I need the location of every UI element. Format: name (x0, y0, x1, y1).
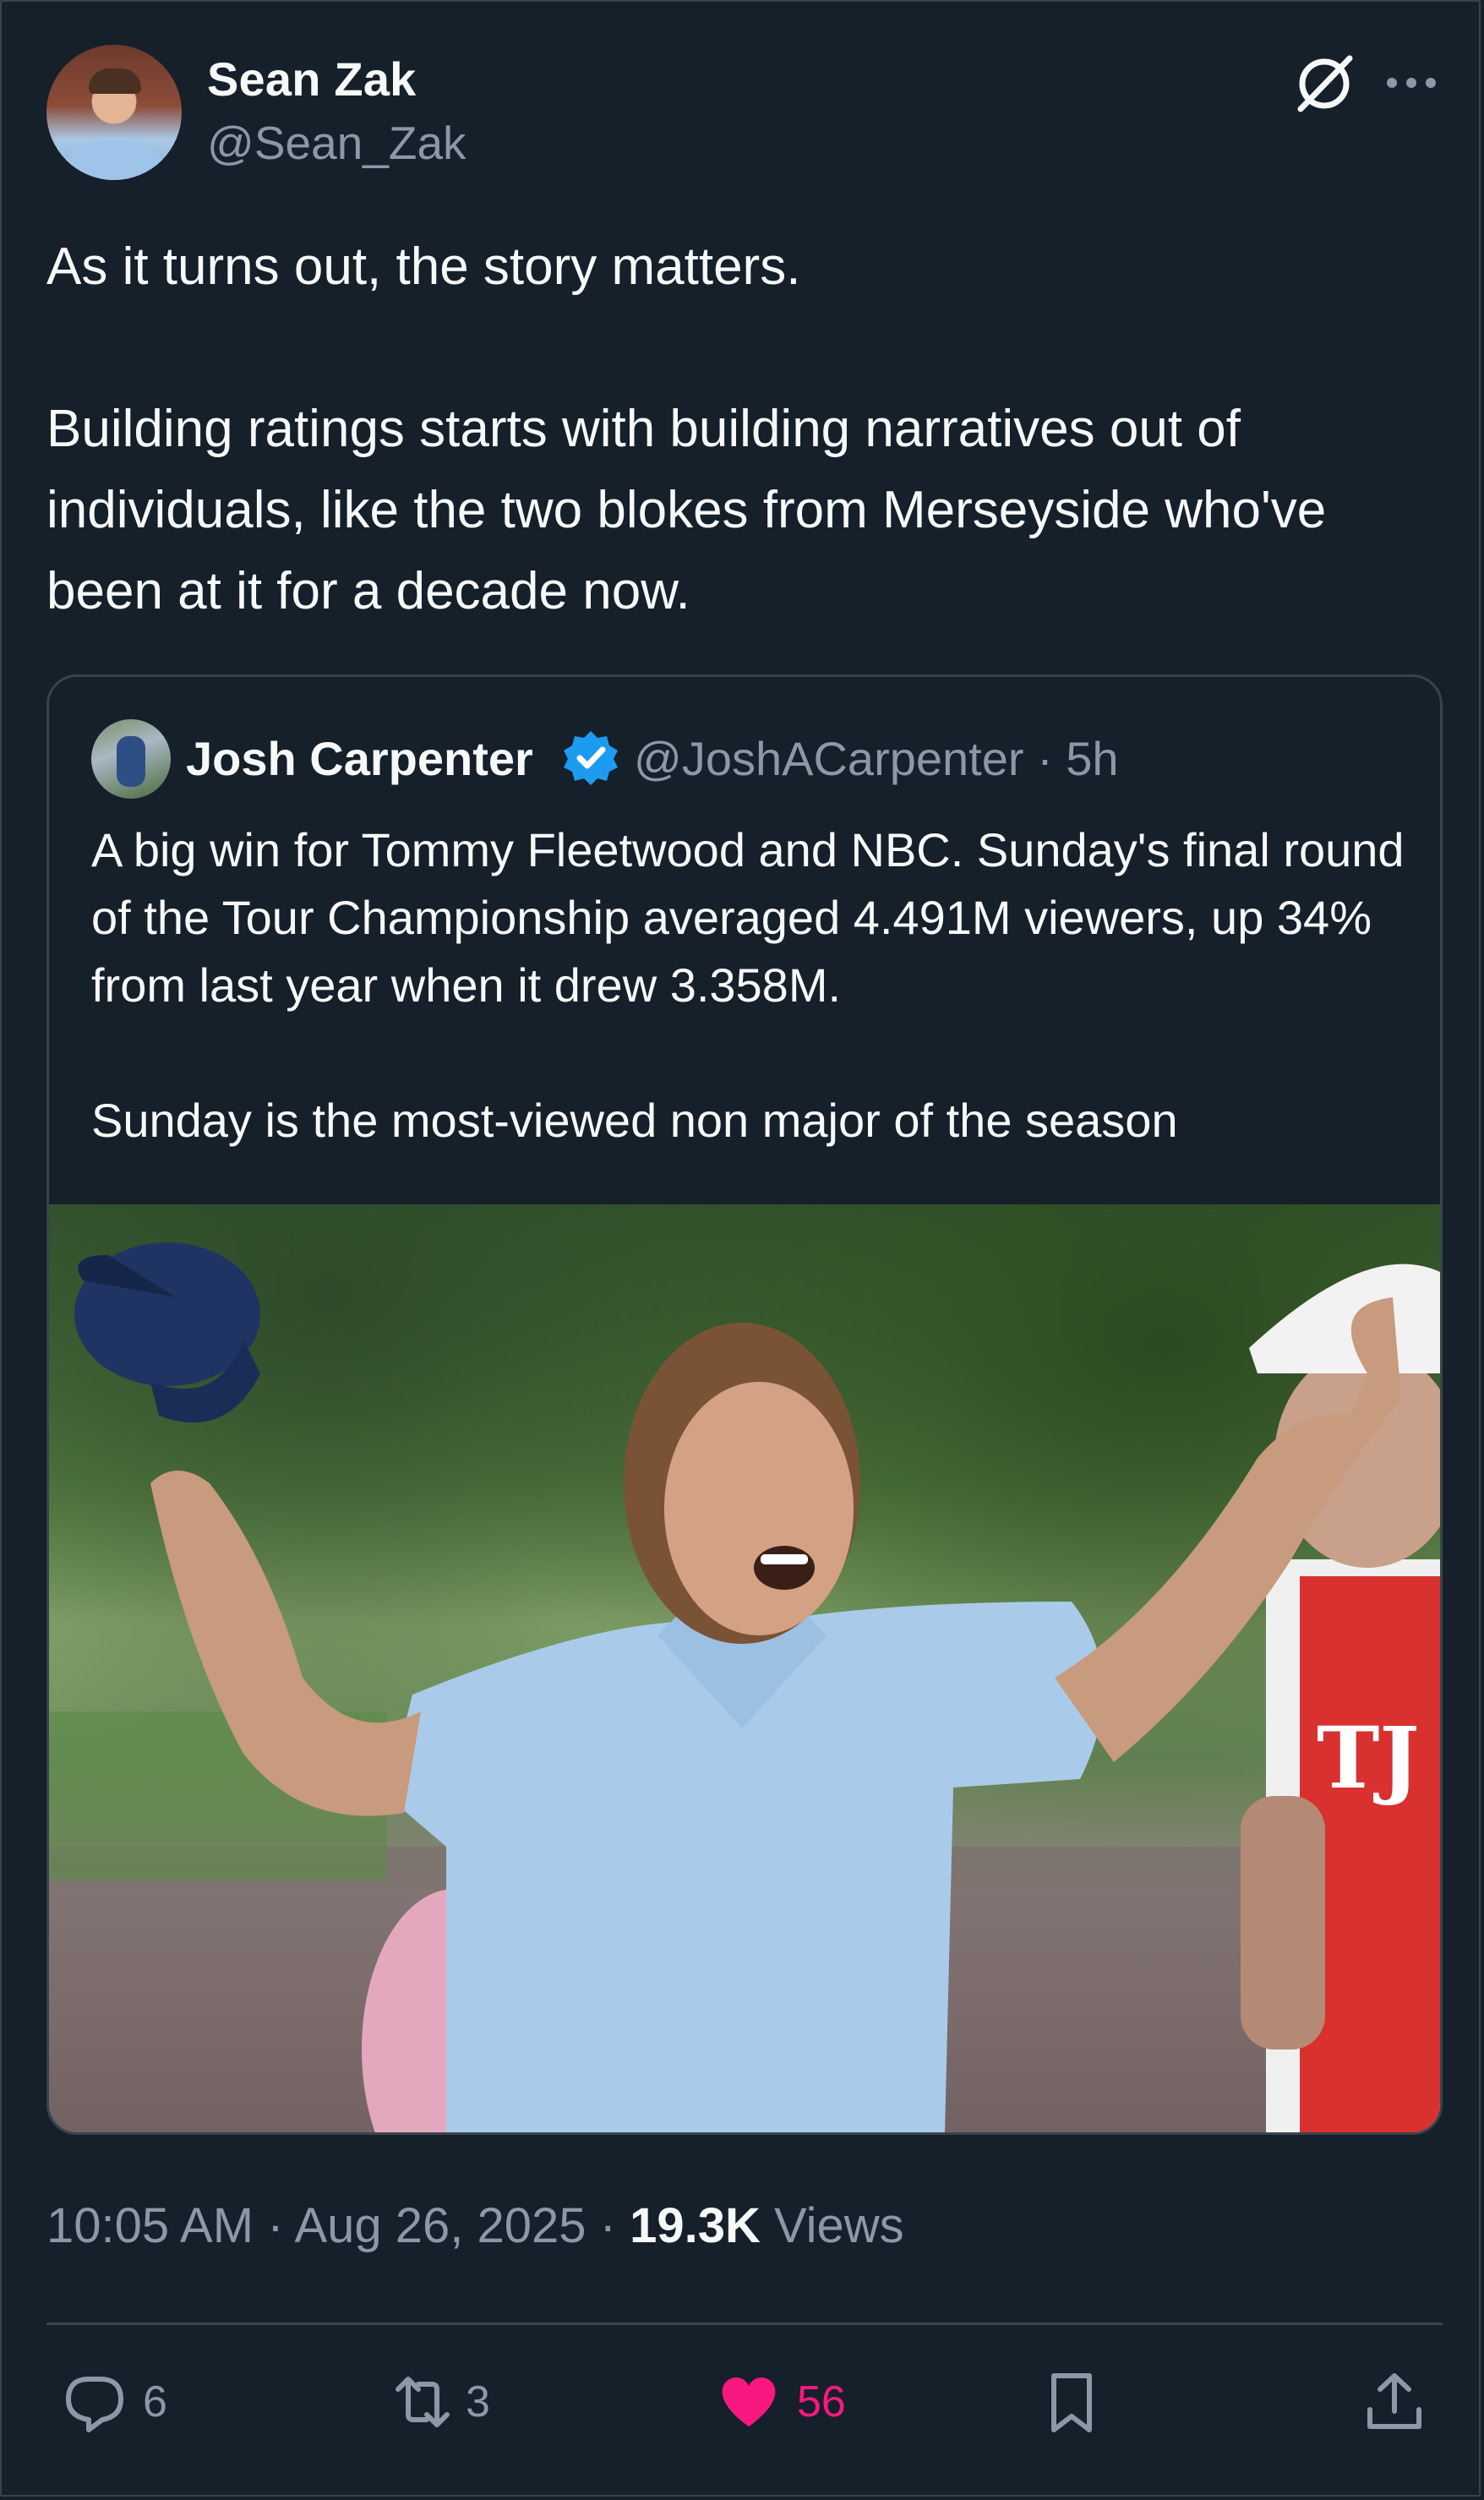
share-button[interactable] (1360, 2360, 1429, 2444)
divider (46, 2323, 1443, 2325)
avatar[interactable] (46, 45, 182, 180)
author-handle[interactable]: @Sean_Zak (207, 116, 466, 170)
quoted-handle-time: @JoshACarpenter · 5h (634, 732, 1119, 785)
quoted-text: A big win for Tommy Fleetwood and NBC. S… (91, 823, 1405, 1147)
reply-icon (66, 2377, 123, 2432)
quoted-avatar[interactable] (91, 719, 171, 799)
meta-separator: · (599, 2198, 616, 2253)
views-label: Views (774, 2198, 904, 2253)
bookmark-button[interactable] (1037, 2360, 1106, 2444)
tweet-meta: 10:05 AM · Aug 26, 2025 · 19.3K Views (46, 2197, 904, 2254)
meta-separator: · (267, 2198, 284, 2253)
like-count: 56 (797, 2377, 846, 2426)
quoted-tweet[interactable]: Josh Carpenter @JoshACarpenter · 5h A bi… (46, 674, 1443, 2135)
reply-button[interactable]: 6 (60, 2360, 167, 2444)
tweet-header: Sean Zak @Sean_Zak (46, 45, 1441, 180)
author-name[interactable]: Sean Zak (207, 52, 417, 106)
golfer-photo: TJ (49, 1242, 1440, 2132)
repost-button[interactable]: 3 (383, 2360, 490, 2444)
reply-count: 6 (143, 2377, 167, 2426)
tweet-time[interactable]: 10:05 AM (46, 2198, 254, 2253)
verified-icon (564, 731, 618, 785)
grok-icon[interactable] (1289, 48, 1360, 119)
svg-text:TJ: TJ (1317, 1708, 1420, 1808)
quoted-header: Josh Carpenter @JoshACarpenter · 5h (91, 719, 1401, 799)
like-button[interactable]: 56 (714, 2360, 846, 2444)
share-icon (1367, 2373, 1421, 2429)
action-bar: 6 3 56 (46, 2360, 1441, 2444)
more-icon[interactable] (1382, 62, 1441, 104)
like-icon (722, 2377, 776, 2426)
quoted-image[interactable]: TJ (49, 1204, 1440, 2132)
views-count: 19.3K (630, 2198, 761, 2253)
repost-count: 3 (466, 2377, 490, 2426)
tweet-date[interactable]: Aug 26, 2025 (294, 2198, 586, 2253)
tweet-text: As it turns out, the story matters. Buil… (46, 237, 1327, 620)
repost-icon (396, 2377, 450, 2427)
quoted-author-name[interactable]: Josh Carpenter (186, 731, 533, 786)
tweet-card: Sean Zak @Sean_Zak As it turns out, the … (0, 0, 1481, 2497)
bookmark-icon (1051, 2373, 1092, 2432)
